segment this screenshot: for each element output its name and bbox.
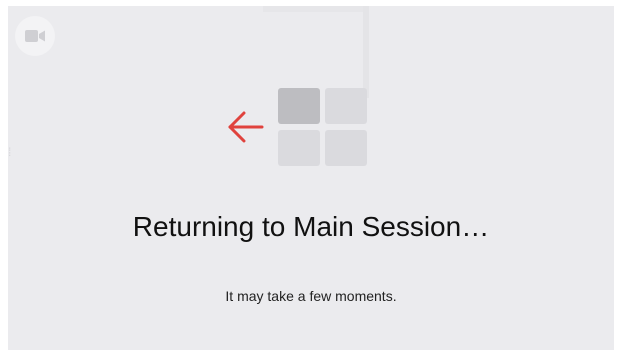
background-divider <box>363 6 369 98</box>
grid-cell <box>325 130 367 166</box>
video-toggle-button[interactable] <box>15 16 55 56</box>
grid-cell-active <box>278 88 320 124</box>
status-subtitle: It may take a few moments. <box>225 288 397 304</box>
breakout-grid-icon <box>278 88 370 166</box>
grid-cell <box>278 130 320 166</box>
breakout-transition-screen: ⁞ Returning to Main Session… It may take… <box>8 6 614 350</box>
status-title: Returning to Main Session… <box>132 211 490 242</box>
arrow-left-icon <box>224 109 266 145</box>
grid-cell <box>325 88 367 124</box>
top-divider <box>263 6 363 12</box>
video-camera-icon <box>25 29 45 43</box>
side-handle-icon: ⁞ <box>8 145 12 159</box>
